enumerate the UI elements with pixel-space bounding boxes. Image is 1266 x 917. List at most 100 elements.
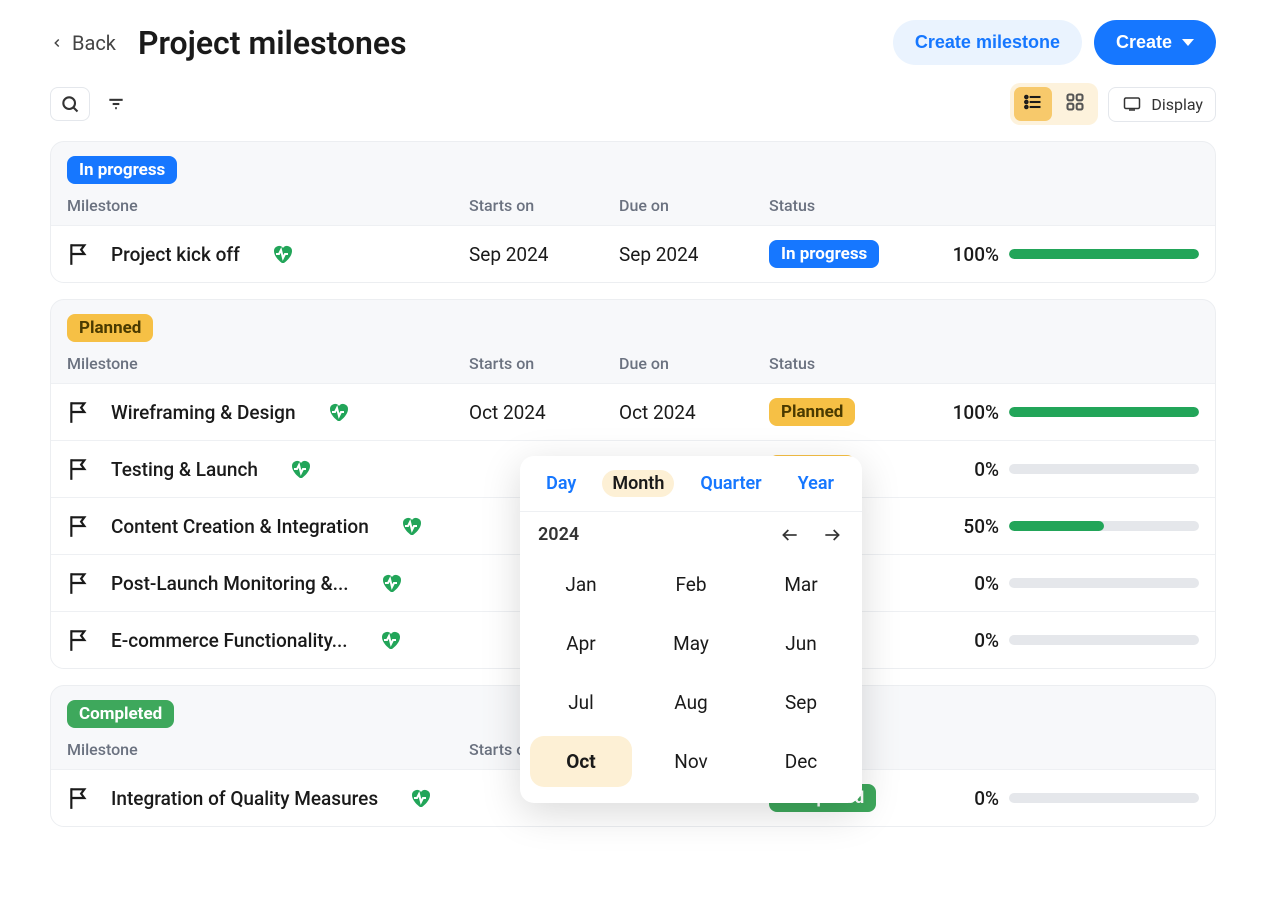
col-milestone: Milestone: [67, 196, 459, 215]
arrow-left-icon[interactable]: [778, 525, 802, 545]
status-cell: Planned: [769, 398, 909, 426]
list-icon: [1022, 92, 1044, 112]
col-starts: Starts on: [469, 354, 609, 373]
flag-icon: [67, 627, 93, 653]
month-cell[interactable]: May: [640, 618, 742, 669]
progress-percent: 100%: [919, 401, 999, 424]
grid-view-option[interactable]: [1056, 87, 1094, 121]
status-cell: In progress: [769, 240, 909, 268]
create-milestone-button[interactable]: Create milestone: [893, 20, 1082, 65]
milestone-row[interactable]: Wireframing & DesignOct 2024Oct 2024Plan…: [51, 383, 1215, 440]
progress-percent: 50%: [919, 515, 999, 538]
starts-on-value: Oct 2024: [469, 401, 609, 424]
search-icon: [60, 94, 80, 114]
milestone-group: In progress Milestone Starts on Due on Statu…: [50, 141, 1216, 283]
search-button[interactable]: [50, 87, 90, 121]
due-on-value: Sep 2024: [619, 243, 759, 266]
name-cell: Integration of Quality Measures: [67, 785, 459, 811]
month-cell[interactable]: Feb: [640, 559, 742, 610]
milestone-name: Project kick off: [111, 243, 250, 266]
flag-icon: [67, 570, 93, 596]
progress-bar: [1009, 521, 1199, 531]
starts-on-value: Sep 2024: [469, 243, 609, 266]
picker-tab-year[interactable]: Year: [788, 470, 844, 497]
milestone-name: E-commerce Functionality...: [111, 629, 358, 652]
progress-bar: [1009, 464, 1199, 474]
flag-icon: [67, 456, 93, 482]
picker-tabs: Day Month Quarter Year: [520, 456, 862, 512]
progress-fill: [1009, 407, 1199, 417]
due-on-value: Oct 2024: [619, 401, 759, 424]
col-milestone: Milestone: [67, 354, 459, 373]
back-label: Back: [72, 31, 116, 55]
heartbeat-icon: [286, 457, 314, 481]
page-title: Project milestones: [138, 24, 407, 62]
date-picker-popover: Day Month Quarter Year 2024 JanFebMar Apr…: [520, 456, 862, 803]
column-headers: Milestone Starts on Due on Status: [51, 184, 1215, 225]
progress-percent: 100%: [919, 243, 999, 266]
picker-tab-day[interactable]: Day: [536, 470, 586, 497]
progress-fill: [1009, 521, 1104, 531]
milestone-row[interactable]: Project kick off Sep 2024 Sep 2024 In progr…: [51, 225, 1215, 282]
month-cell[interactable]: Sep: [750, 677, 852, 728]
list-view-option[interactable]: [1014, 87, 1052, 121]
picker-tab-quarter[interactable]: Quarter: [690, 470, 771, 497]
month-cell[interactable]: Mar: [750, 559, 852, 610]
month-cell[interactable]: Dec: [750, 736, 852, 787]
group-badge: Planned: [67, 314, 153, 342]
name-cell: Content Creation & Integration: [67, 513, 459, 539]
heartbeat-icon: [397, 514, 425, 538]
toolbar-right: Display: [1010, 83, 1216, 125]
arrow-right-icon[interactable]: [820, 525, 844, 545]
heartbeat-icon: [406, 786, 434, 810]
col-milestone: Milestone: [67, 740, 459, 759]
header-right: Create milestone Create: [893, 20, 1216, 65]
progress-bar: [1009, 578, 1199, 588]
toolbar: Display: [50, 83, 1216, 125]
progress-percent: 0%: [919, 458, 999, 481]
name-cell: Testing & Launch: [67, 456, 459, 482]
col-due: Due on: [619, 354, 759, 373]
name-cell: Post-Launch Monitoring &...: [67, 570, 459, 596]
month-cell[interactable]: Aug: [640, 677, 742, 728]
grid-icon: [1064, 92, 1086, 112]
status-badge: Planned: [769, 398, 855, 426]
month-cell[interactable]: Apr: [530, 618, 632, 669]
month-cell[interactable]: Jul: [530, 677, 632, 728]
caret-down-icon: [1182, 39, 1194, 46]
filter-icon[interactable]: [106, 94, 126, 114]
month-cell[interactable]: Oct: [530, 736, 632, 787]
picker-tab-month[interactable]: Month: [602, 470, 674, 497]
back-button[interactable]: Back: [50, 31, 116, 55]
progress-bar: [1009, 407, 1199, 417]
name-cell: Project kick off: [67, 241, 459, 267]
picker-year-label: 2024: [538, 524, 579, 545]
month-cell[interactable]: Nov: [640, 736, 742, 787]
header-left: Back Project milestones: [50, 24, 407, 62]
milestone-name: Content Creation & Integration: [111, 515, 379, 538]
month-cell[interactable]: Jun: [750, 618, 852, 669]
milestone-name: Integration of Quality Measures: [111, 787, 388, 810]
col-starts: Starts on: [469, 196, 609, 215]
create-button[interactable]: Create: [1094, 20, 1216, 65]
progress-bar: [1009, 793, 1199, 803]
page-header: Back Project milestones Create milestone…: [50, 20, 1216, 65]
col-due: Due on: [619, 196, 759, 215]
display-icon: [1121, 95, 1143, 113]
month-cell[interactable]: Jan: [530, 559, 632, 610]
col-status: Status: [769, 196, 909, 215]
group-badge: Completed: [67, 700, 174, 728]
heartbeat-icon: [377, 571, 405, 595]
group-header: Planned: [51, 300, 1215, 342]
group-header: In progress: [51, 142, 1215, 184]
heartbeat-icon: [324, 400, 352, 424]
heartbeat-icon: [268, 242, 296, 266]
col-status: Status: [769, 354, 909, 373]
month-grid: JanFebMar AprMayJun JulAugSep OctNovDec: [520, 549, 862, 803]
milestone-name: Testing & Launch: [111, 458, 268, 481]
picker-year-row: 2024: [520, 512, 862, 549]
progress-bar: [1009, 249, 1199, 259]
flag-icon: [67, 399, 93, 425]
chevron-left-icon: [50, 32, 64, 54]
display-button[interactable]: Display: [1108, 87, 1216, 122]
